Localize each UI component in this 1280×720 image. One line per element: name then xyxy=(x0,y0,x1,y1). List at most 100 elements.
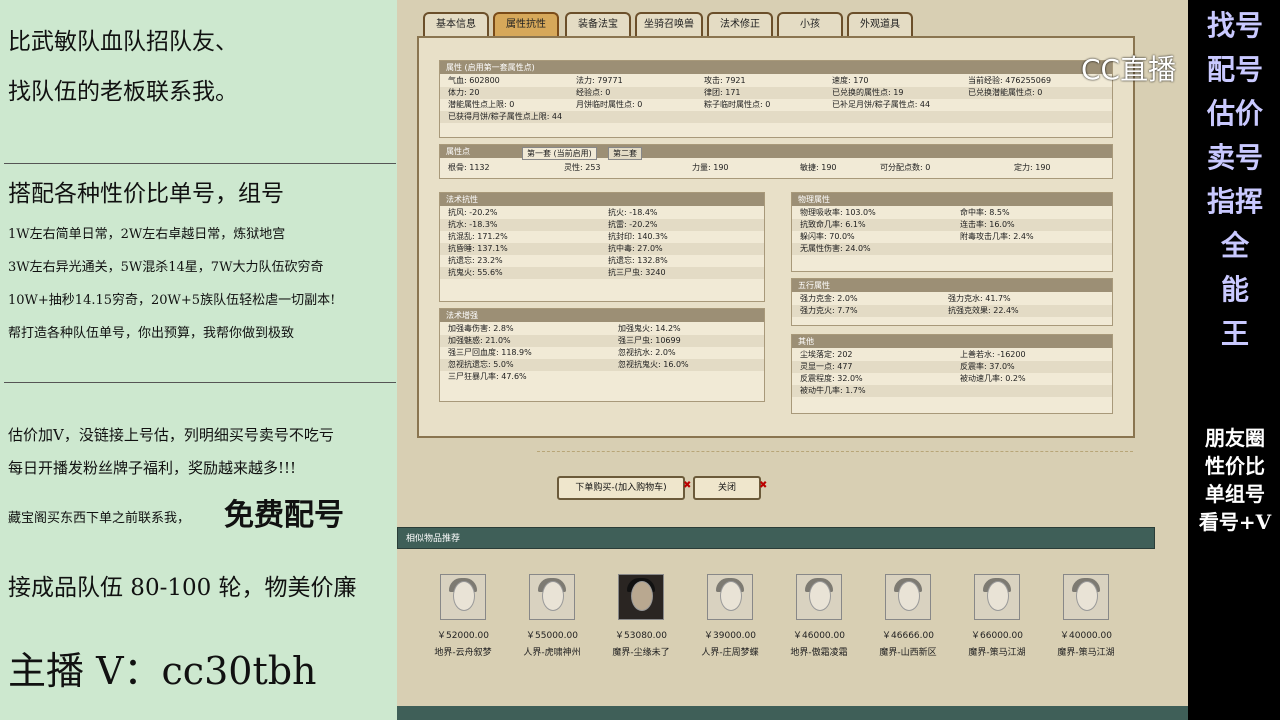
ad-free: 免费配号 xyxy=(224,498,344,533)
tab-spell-mod[interactable]: 法术修正 xyxy=(707,12,773,36)
points-box-header: 属性点 第一套 (当前启用) 第二套 xyxy=(440,145,1112,160)
character-portrait[interactable] xyxy=(1063,574,1109,620)
tab-basic-info[interactable]: 基本信息 xyxy=(423,12,489,36)
item-server: 魔界-策马江湖 xyxy=(968,648,1026,658)
points-value: 力量: 190 xyxy=(692,163,729,172)
tab-appearance[interactable]: 外观道具 xyxy=(847,12,913,36)
points-set-2-tab[interactable]: 第二套 xyxy=(608,147,642,160)
stat-value: 气血: 602800 xyxy=(448,76,500,85)
character-portrait[interactable] xyxy=(796,574,842,620)
item-server: 人界-庄周梦蝶 xyxy=(701,648,759,658)
ad-team: 接成品队伍 80-100 轮，物美价廉 xyxy=(8,575,357,601)
character-portrait[interactable] xyxy=(440,574,486,620)
close-button[interactable]: 关闭 xyxy=(693,476,761,500)
points-set-1-tab[interactable]: 第一套 (当前启用) xyxy=(522,147,597,160)
stat-value: 法力: 79771 xyxy=(576,76,623,85)
stat-row: 体力: 20 经验点: 0 律团: 171 已兑换的属性点: 19 已兑换潜能属性点: … xyxy=(440,87,1112,99)
close-x-icon[interactable]: ✖ xyxy=(683,480,691,491)
stat-row: 三尸狂暴几率: 47.6% xyxy=(440,371,764,383)
tab-equipment[interactable]: 装备法宝 xyxy=(565,12,631,36)
ad-text-line: 估价加V，没链接上号估，列明细买号卖号不吃亏 xyxy=(8,426,334,444)
right-ad-line: 性价比 xyxy=(1205,454,1265,478)
ad-text-line: 3W左右异光通关，5W混杀14星，7W大力队伍砍穷奇 xyxy=(8,260,324,275)
points-row: 根骨: 1132 灵性: 253 力量: 190 敏捷: 190 可分配点数: … xyxy=(440,162,1112,174)
right-ad-line: 看号+V xyxy=(1198,510,1272,534)
stat-value: 加强鬼火: 14.2% xyxy=(618,324,681,333)
recommend-item[interactable]: ￥46666.00 魔界-山西新区 xyxy=(872,574,944,658)
ad-host: 主播 V：cc30tbh xyxy=(8,649,317,693)
close-x-icon[interactable]: ✖ xyxy=(759,480,767,491)
stat-value: 强力克火: 7.7% xyxy=(800,306,858,315)
recommend-item[interactable]: ￥46000.00 地界-傲霜凌霜 xyxy=(783,574,855,658)
stat-row: 抗致命几率: 6.1% 连击率: 16.0% xyxy=(792,219,1112,231)
stat-row: 强力克火: 7.7% 抗强克效果: 22.4% xyxy=(792,305,1112,317)
recommend-item[interactable]: ￥40000.00 魔界-策马江湖 xyxy=(1050,574,1122,658)
stat-row: 加强毒伤害: 2.8% 加强鬼火: 14.2% xyxy=(440,323,764,335)
ad-text-line: 1W左右简单日常，2W左右卓越日常，炼狱地宫 xyxy=(8,227,286,242)
resist-box-header: 法术抗性 xyxy=(440,193,764,206)
phys-box-header: 物理属性 xyxy=(792,193,1112,206)
right-ad-line: 朋友圈 xyxy=(1205,426,1265,450)
game-window: 基本信息 属性抗性 装备法宝 坐骑召唤兽 法术修正 小孩 外观道具 属性 (启用… xyxy=(397,0,1188,720)
attributes-panel: 属性 (启用第一套属性点) 气血: 602800 法力: 79771 攻击: 792… xyxy=(417,36,1135,438)
buy-button[interactable]: 下单购买-(加入购物车) xyxy=(557,476,685,500)
item-server: 魔界-策马江湖 xyxy=(1057,648,1115,658)
stat-value: 抗水: -18.3% xyxy=(448,220,498,229)
stat-value: 抗混乱: 171.2% xyxy=(448,232,508,241)
stat-value: 上善若水: -16200 xyxy=(960,350,1026,359)
ad-cangbao: 藏宝阁买东西下单之前联系我， xyxy=(8,511,191,526)
character-portrait[interactable] xyxy=(618,574,664,620)
other-box: 其他 尘埃落定: 202 上善若水: -16200 灵显一点: 477 反震率: 37… xyxy=(791,334,1113,414)
stat-row: 反震程度: 32.0% 被动速几率: 0.2% xyxy=(792,373,1112,385)
stat-value: 速度: 170 xyxy=(832,76,869,85)
item-price: ￥40000.00 xyxy=(1060,631,1112,641)
character-portrait[interactable] xyxy=(707,574,753,620)
points-title: 属性点 xyxy=(446,147,470,156)
recommend-item[interactable]: ￥55000.00 人界-虎啸神州 xyxy=(516,574,588,658)
stat-value: 攻击: 7921 xyxy=(704,76,746,85)
stat-row: 抗混乱: 171.2% 抗封印: 140.3% xyxy=(440,231,764,243)
stat-row: 抗风: -20.2% 抗火: -18.4% xyxy=(440,207,764,219)
stat-value: 连击率: 16.0% xyxy=(960,220,1015,229)
ad-line-2: 找队伍的老板联系我。 xyxy=(8,79,238,105)
tab-mounts[interactable]: 坐骑召唤兽 xyxy=(635,12,703,36)
points-value: 灵性: 253 xyxy=(564,163,601,172)
right-ad-char: 配号 xyxy=(1206,53,1263,86)
recommend-item[interactable]: ￥53080.00 魔界-尘缘未了 xyxy=(605,574,677,658)
divider xyxy=(4,163,396,164)
portrait-face xyxy=(453,581,475,611)
stat-value: 体力: 20 xyxy=(448,88,480,97)
recommend-header: 相似物品推荐 xyxy=(397,527,1155,549)
right-ad-char: 全 xyxy=(1220,229,1249,262)
boost-box-header: 法术增强 xyxy=(440,309,764,322)
portrait-face xyxy=(542,581,564,611)
right-ad-chars: 找号 配号 估价 卖号 指挥 全 能 王 xyxy=(1190,4,1280,356)
stat-value: 忽视抗遗忘: 5.0% xyxy=(448,360,514,369)
character-portrait[interactable] xyxy=(974,574,1020,620)
recommend-item[interactable]: ￥39000.00 人界-庄周梦蝶 xyxy=(694,574,766,658)
tab-attributes[interactable]: 属性抗性 xyxy=(493,12,559,36)
stat-row: 抗水: -18.3% 抗雷: -20.2% xyxy=(440,219,764,231)
item-server: 魔界-山西新区 xyxy=(879,648,937,658)
stat-value: 已补足月饼/粽子属性点: 44 xyxy=(832,100,931,109)
character-portrait[interactable] xyxy=(529,574,575,620)
character-portrait[interactable] xyxy=(885,574,931,620)
stat-value: 强力克水: 41.7% xyxy=(948,294,1011,303)
item-price: ￥46666.00 xyxy=(882,631,934,641)
recommend-item[interactable]: ￥52000.00 地界-云舟叙梦 xyxy=(427,574,499,658)
stat-value: 命中率: 8.5% xyxy=(960,208,1010,217)
phys-box: 物理属性 物理吸收率: 103.0% 命中率: 8.5% 抗致命几率: 6.1% 连击… xyxy=(791,192,1113,272)
stat-value: 物理吸收率: 103.0% xyxy=(800,208,876,217)
stat-value: 抗昏睡: 137.1% xyxy=(448,244,508,253)
tab-child[interactable]: 小孩 xyxy=(777,12,843,36)
divider xyxy=(4,382,396,383)
divider xyxy=(537,451,1133,452)
recommend-item[interactable]: ￥66000.00 魔界-策马江湖 xyxy=(961,574,1033,658)
stat-value: 抗致命几率: 6.1% xyxy=(800,220,866,229)
points-value: 根骨: 1132 xyxy=(448,163,490,172)
stat-row: 抗鬼火: 55.6% 抗三尸虫: 3240 xyxy=(440,267,764,279)
stat-row: 物理吸收率: 103.0% 命中率: 8.5% xyxy=(792,207,1112,219)
right-ad-char: 王 xyxy=(1220,317,1249,350)
stat-value: 抗遗忘: 23.2% xyxy=(448,256,503,265)
item-server: 人界-虎啸神州 xyxy=(523,648,581,658)
